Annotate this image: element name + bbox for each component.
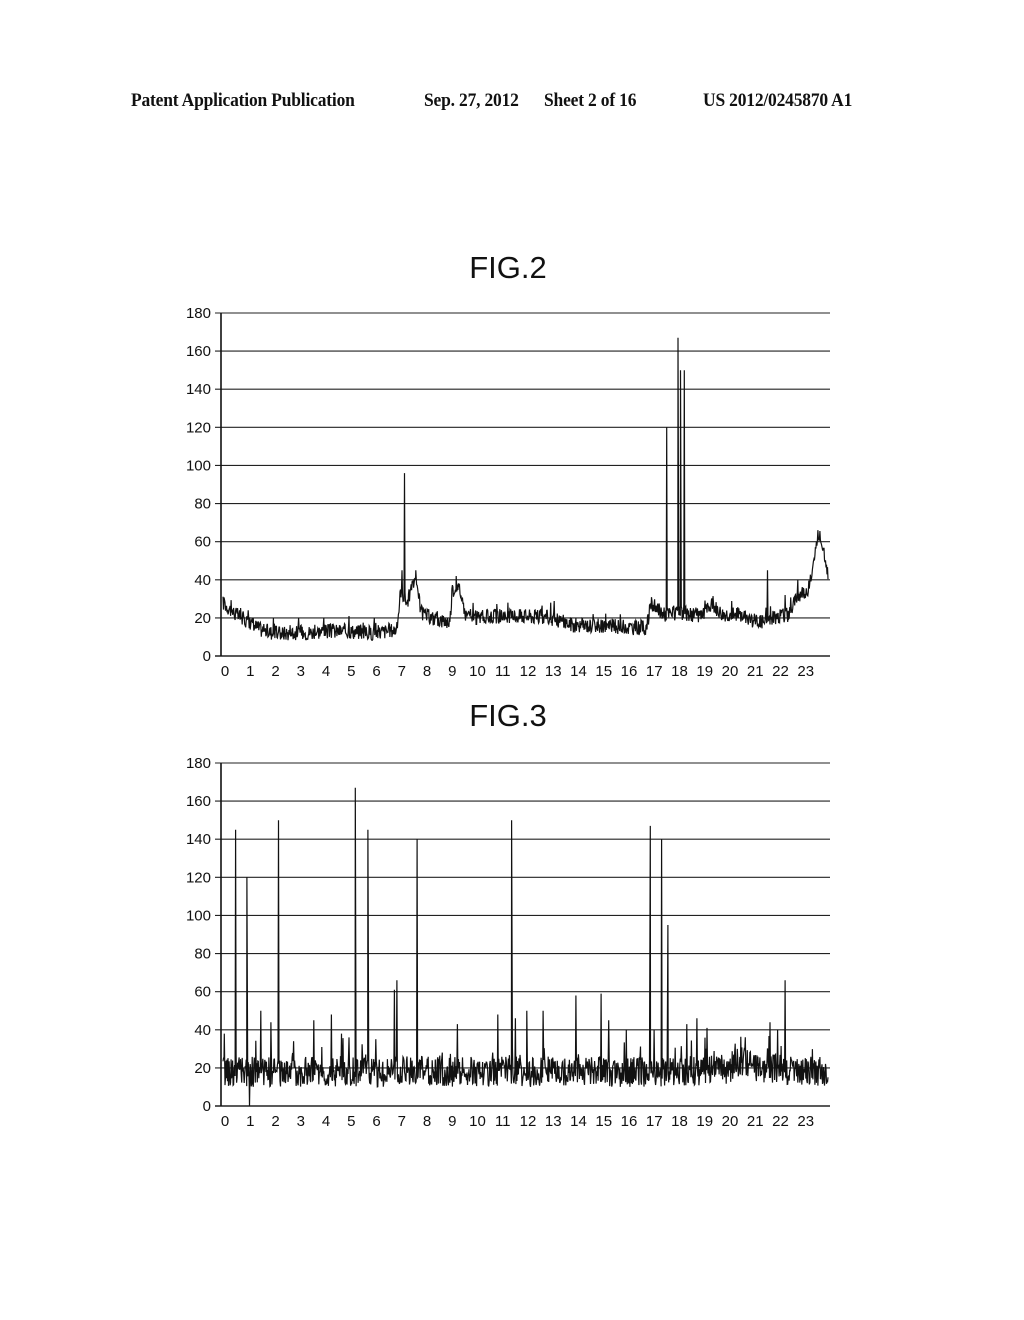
x-tick-label: 7 [398, 1113, 406, 1130]
x-tick-label: 22 [772, 663, 789, 680]
x-tick-label: 8 [423, 1113, 431, 1130]
x-tick-label: 1 [246, 1113, 254, 1130]
x-tick-label: 21 [747, 663, 764, 680]
y-tick-label: 160 [186, 793, 211, 810]
x-tick-label: 23 [797, 663, 814, 680]
y-tick-label: 60 [194, 534, 211, 551]
x-tick-label: 3 [297, 663, 305, 680]
x-tick-label: 13 [545, 1113, 562, 1130]
x-tick-label: 4 [322, 663, 330, 680]
x-tick-label: 20 [722, 663, 739, 680]
y-tick-label: 60 [194, 984, 211, 1001]
x-tick-label: 19 [696, 663, 713, 680]
y-tick-label: 80 [194, 496, 211, 513]
x-tick-label: 0 [221, 1113, 229, 1130]
y-tick-label: 180 [186, 755, 211, 772]
x-tick-label: 5 [347, 663, 355, 680]
fig2-chart: 0204060801001201401601800 1 2 3 4 5 6 7 8 9 10 11 12… [186, 305, 830, 680]
y-tick-label: 40 [194, 572, 211, 589]
y-tick-label: 120 [186, 869, 211, 886]
fig2-series-line [222, 337, 829, 642]
x-tick-label: 13 [545, 663, 562, 680]
x-tick-label: 1 [246, 663, 254, 680]
header-patent-number: US 2012/0245870 A1 [703, 90, 853, 111]
header-sheet: Sheet 2 of 16 [544, 90, 637, 111]
x-tick-label: 12 [520, 663, 537, 680]
x-tick-label: 4 [322, 1113, 330, 1130]
x-tick-label: 10 [469, 1113, 486, 1130]
x-tick-label: 17 [646, 663, 663, 680]
x-tick-label: 15 [595, 1113, 612, 1130]
x-tick-label: 11 [495, 1113, 511, 1130]
x-tick-label: 12 [520, 1113, 537, 1130]
x-tick-label: 2 [271, 663, 279, 680]
y-tick-label: 20 [194, 1060, 211, 1077]
y-tick-label: 160 [186, 343, 211, 360]
x-tick-label: 20 [722, 1113, 739, 1130]
x-tick-label: 23 [797, 1113, 814, 1130]
y-tick-label: 140 [186, 831, 211, 848]
y-tick-label: 40 [194, 1022, 211, 1039]
x-tick-label: 14 [570, 663, 587, 680]
x-tick-label: 16 [621, 663, 638, 680]
x-tick-label: 8 [423, 663, 431, 680]
x-tick-label: 15 [595, 663, 612, 680]
header-publication-label: Patent Application Publication [131, 90, 355, 111]
y-tick-label: 80 [194, 946, 211, 963]
y-tick-label: 0 [203, 1098, 211, 1115]
x-tick-label: 17 [646, 1113, 663, 1130]
y-tick-label: 100 [186, 907, 211, 924]
x-tick-label: 2 [271, 1113, 279, 1130]
fig3-title: FIG.3 [469, 698, 547, 733]
x-tick-label: 11 [495, 663, 511, 680]
x-tick-label: 18 [671, 663, 688, 680]
x-tick-label: 21 [747, 1113, 764, 1130]
y-tick-label: 120 [186, 419, 211, 436]
x-tick-label: 7 [398, 663, 406, 680]
y-tick-label: 0 [203, 648, 211, 665]
x-tick-label: 19 [696, 1113, 713, 1130]
y-tick-label: 140 [186, 381, 211, 398]
fig2-title: FIG.2 [469, 250, 547, 285]
x-tick-label: 22 [772, 1113, 789, 1130]
x-tick-label: 10 [469, 663, 486, 680]
y-tick-label: 20 [194, 610, 211, 627]
x-tick-label: 3 [297, 1113, 305, 1130]
header-date: Sep. 27, 2012 [424, 90, 519, 111]
fig3-series-line [222, 787, 829, 1107]
y-tick-label: 180 [186, 305, 211, 322]
x-tick-label: 18 [671, 1113, 688, 1130]
x-tick-label: 6 [372, 663, 380, 680]
x-tick-label: 6 [372, 1113, 380, 1130]
x-tick-label: 5 [347, 1113, 355, 1130]
x-tick-label: 14 [570, 1113, 587, 1130]
fig3-chart: 0204060801001201401601800 1 2 3 4 5 6 7 8 9 10 11 12… [186, 755, 830, 1130]
x-tick-label: 16 [621, 1113, 638, 1130]
x-tick-label: 9 [448, 1113, 456, 1130]
y-tick-label: 100 [186, 457, 211, 474]
x-tick-label: 0 [221, 663, 229, 680]
x-tick-label: 9 [448, 663, 456, 680]
